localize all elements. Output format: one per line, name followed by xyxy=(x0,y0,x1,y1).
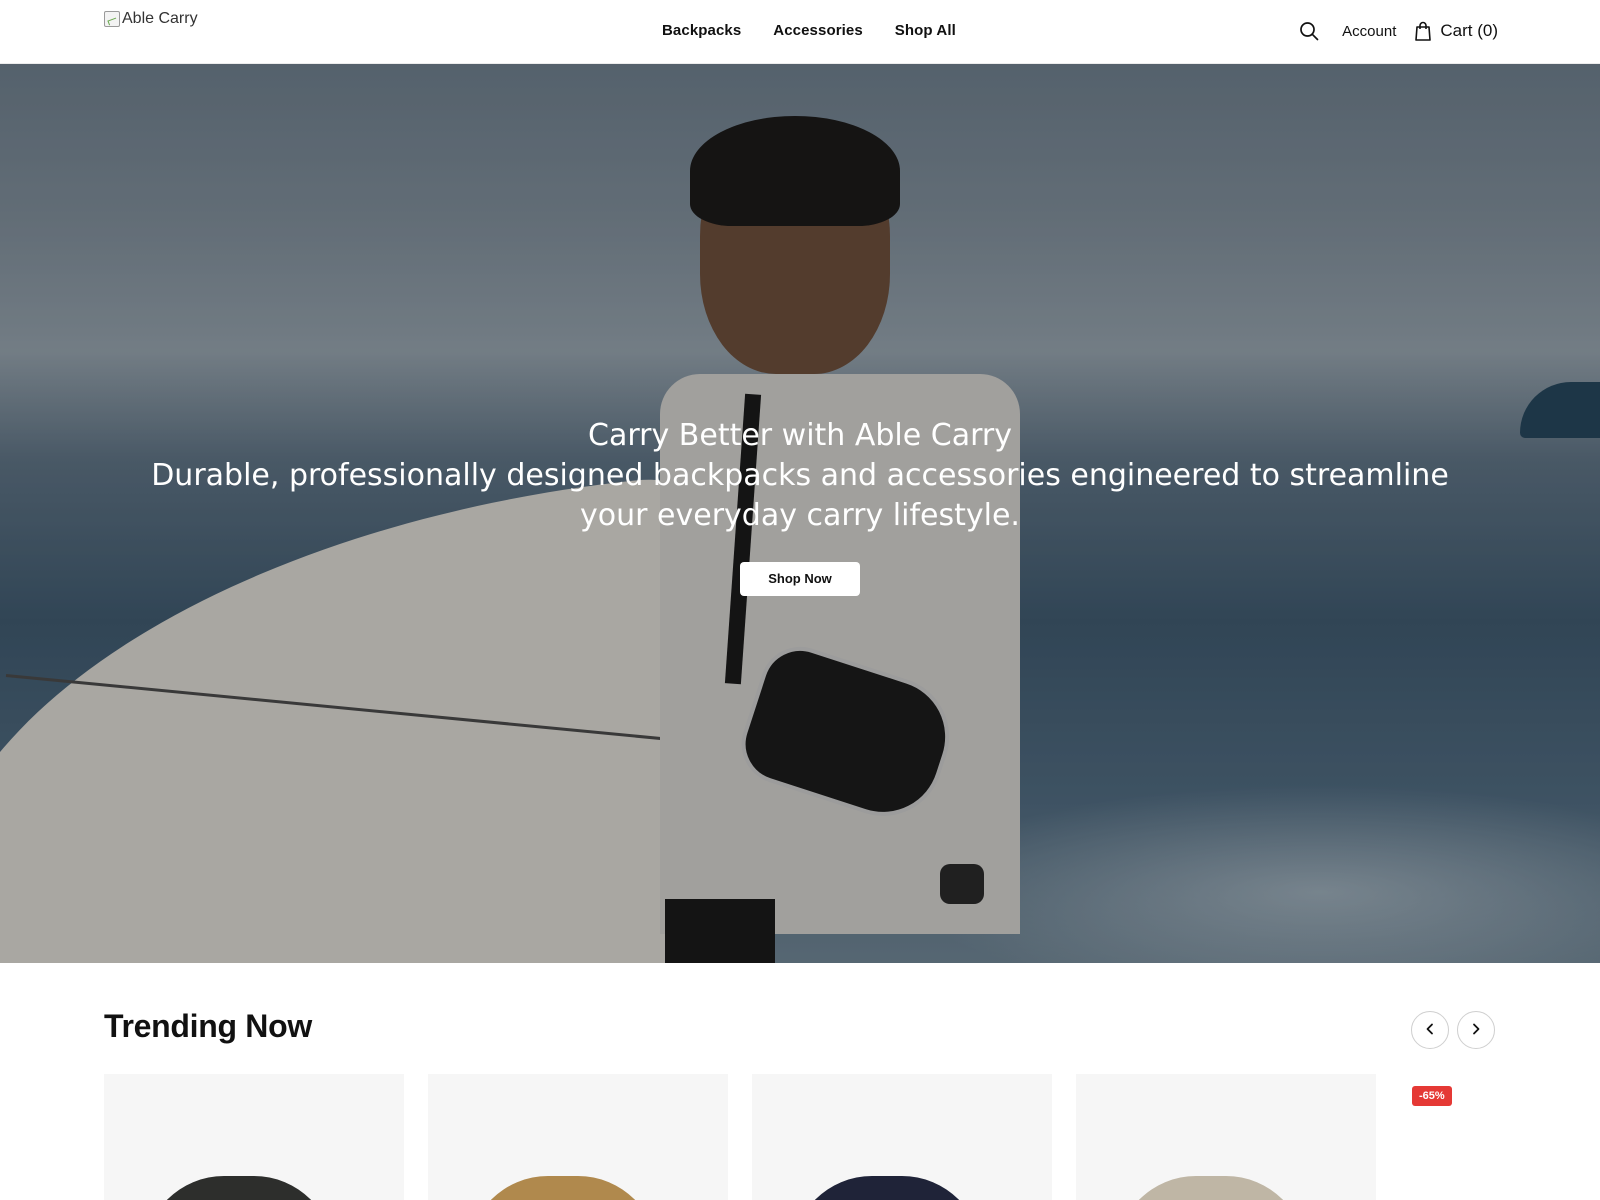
product-card[interactable] xyxy=(428,1074,728,1200)
cart-link[interactable]: Cart (0) xyxy=(1414,21,1498,41)
trending-title: Trending Now xyxy=(104,1008,312,1044)
account-link[interactable]: Account xyxy=(1342,23,1396,40)
shopping-bag-icon xyxy=(1414,21,1432,41)
product-image xyxy=(468,1176,658,1200)
product-card[interactable] xyxy=(104,1074,404,1200)
logo-alt-text: Able Carry xyxy=(122,10,198,27)
search-icon[interactable] xyxy=(1298,20,1320,42)
logo[interactable]: Able Carry xyxy=(104,10,198,28)
carousel-next-button[interactable] xyxy=(1457,1011,1495,1049)
carousel-prev-button[interactable] xyxy=(1411,1011,1449,1049)
nav-backpacks[interactable]: Backpacks xyxy=(662,22,741,39)
product-card[interactable] xyxy=(1076,1074,1376,1200)
hero-subtitle: Durable, professionally designed backpac… xyxy=(151,458,1449,533)
product-image xyxy=(792,1176,982,1200)
hero-title: Carry Better with Able Carry xyxy=(588,418,1012,453)
product-card[interactable]: -65% xyxy=(1400,1074,1496,1200)
shop-now-button[interactable]: Shop Now xyxy=(740,562,860,596)
product-card[interactable] xyxy=(752,1074,1052,1200)
hero-content: Carry Better with Able Carry Durable, pr… xyxy=(0,416,1600,596)
chevron-left-icon xyxy=(1424,1023,1436,1038)
sale-badge: -65% xyxy=(1412,1086,1452,1106)
header-actions: Account Cart (0) xyxy=(1298,20,1498,42)
product-image xyxy=(1116,1176,1306,1200)
nav-shop-all[interactable]: Shop All xyxy=(895,22,956,39)
cart-label: Cart (0) xyxy=(1440,21,1498,40)
product-image xyxy=(144,1176,334,1200)
nav-accessories[interactable]: Accessories xyxy=(773,22,863,39)
site-header: Able Carry Backpacks Accessories Shop Al… xyxy=(0,0,1600,64)
hero-banner: Carry Better with Able Carry Durable, pr… xyxy=(0,64,1600,963)
main-nav: Backpacks Accessories Shop All xyxy=(662,22,956,39)
broken-image-icon xyxy=(104,11,120,27)
chevron-right-icon xyxy=(1470,1023,1482,1038)
